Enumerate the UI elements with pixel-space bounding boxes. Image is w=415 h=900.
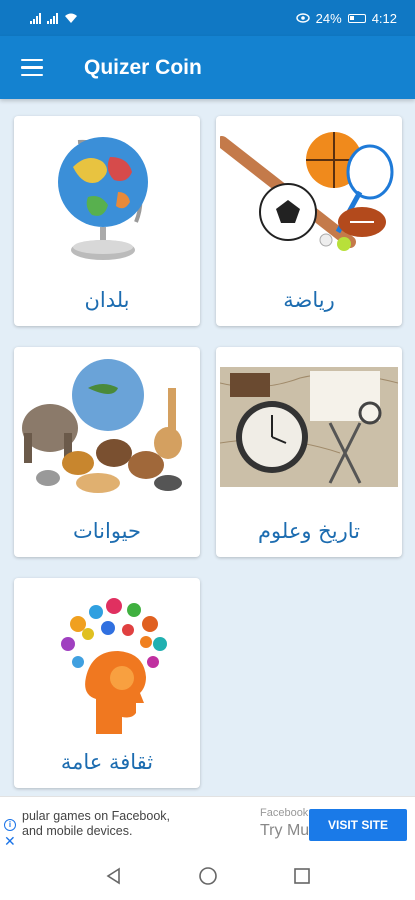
category-card-animals[interactable]: حيوانات xyxy=(14,347,200,557)
category-label: بلدان xyxy=(84,288,130,312)
category-label: رياضة xyxy=(283,288,335,312)
ad-banner[interactable]: i ✕ pular games on Facebook, and mobile … xyxy=(0,796,415,852)
category-label: حيوانات xyxy=(72,519,141,543)
ad-text-line2: and mobile devices. xyxy=(22,824,133,838)
ad-close-icon[interactable]: ✕ xyxy=(4,833,16,850)
category-label: تاريخ وعلوم xyxy=(258,519,360,543)
ad-text-line1: pular games on Facebook, xyxy=(22,809,171,823)
ad-headline: Try Mu xyxy=(260,822,310,839)
animals-icon xyxy=(22,359,182,493)
app-title: Quizer Coin xyxy=(84,55,202,79)
battery-icon xyxy=(347,13,366,23)
category-card-sports[interactable]: رياضة xyxy=(216,116,402,326)
category-label: ثقافة عامة xyxy=(60,750,154,774)
clock-time: 4:12 xyxy=(371,10,397,26)
category-card-countries[interactable]: بلدان xyxy=(14,116,200,326)
visit-site-button[interactable]: VISIT SITE xyxy=(309,809,407,841)
recent-apps-icon[interactable] xyxy=(293,867,311,885)
battery-percent: 24% xyxy=(315,10,342,26)
home-icon[interactable] xyxy=(198,866,218,886)
status-left xyxy=(30,12,78,24)
category-card-history-science[interactable]: تاريخ وعلوم xyxy=(216,347,402,557)
app-bar: Quizer Coin xyxy=(0,36,415,99)
ad-brand: Facebook xyxy=(260,807,309,819)
ad-text: pular games on Facebook, and mobile devi… xyxy=(22,809,192,839)
wifi-icon xyxy=(65,13,77,23)
signal-icon-2 xyxy=(47,12,58,24)
signal-icon xyxy=(30,12,41,24)
hamburger-menu-icon[interactable] xyxy=(0,36,64,99)
status-bar: 24% 4:12 xyxy=(0,0,415,36)
ad-info-icon[interactable]: i xyxy=(4,819,16,831)
status-right: 24% 4:12 xyxy=(295,10,397,26)
back-icon[interactable] xyxy=(105,867,123,885)
sports-equipment-icon xyxy=(220,132,394,251)
clock-and-compass-icon xyxy=(220,367,398,487)
system-nav-bar xyxy=(0,852,415,900)
globe-icon xyxy=(58,137,148,260)
brain-head-icon xyxy=(61,598,167,734)
eye-comfort-icon xyxy=(295,13,310,23)
category-card-general-knowledge[interactable]: ثقافة عامة xyxy=(14,578,200,788)
